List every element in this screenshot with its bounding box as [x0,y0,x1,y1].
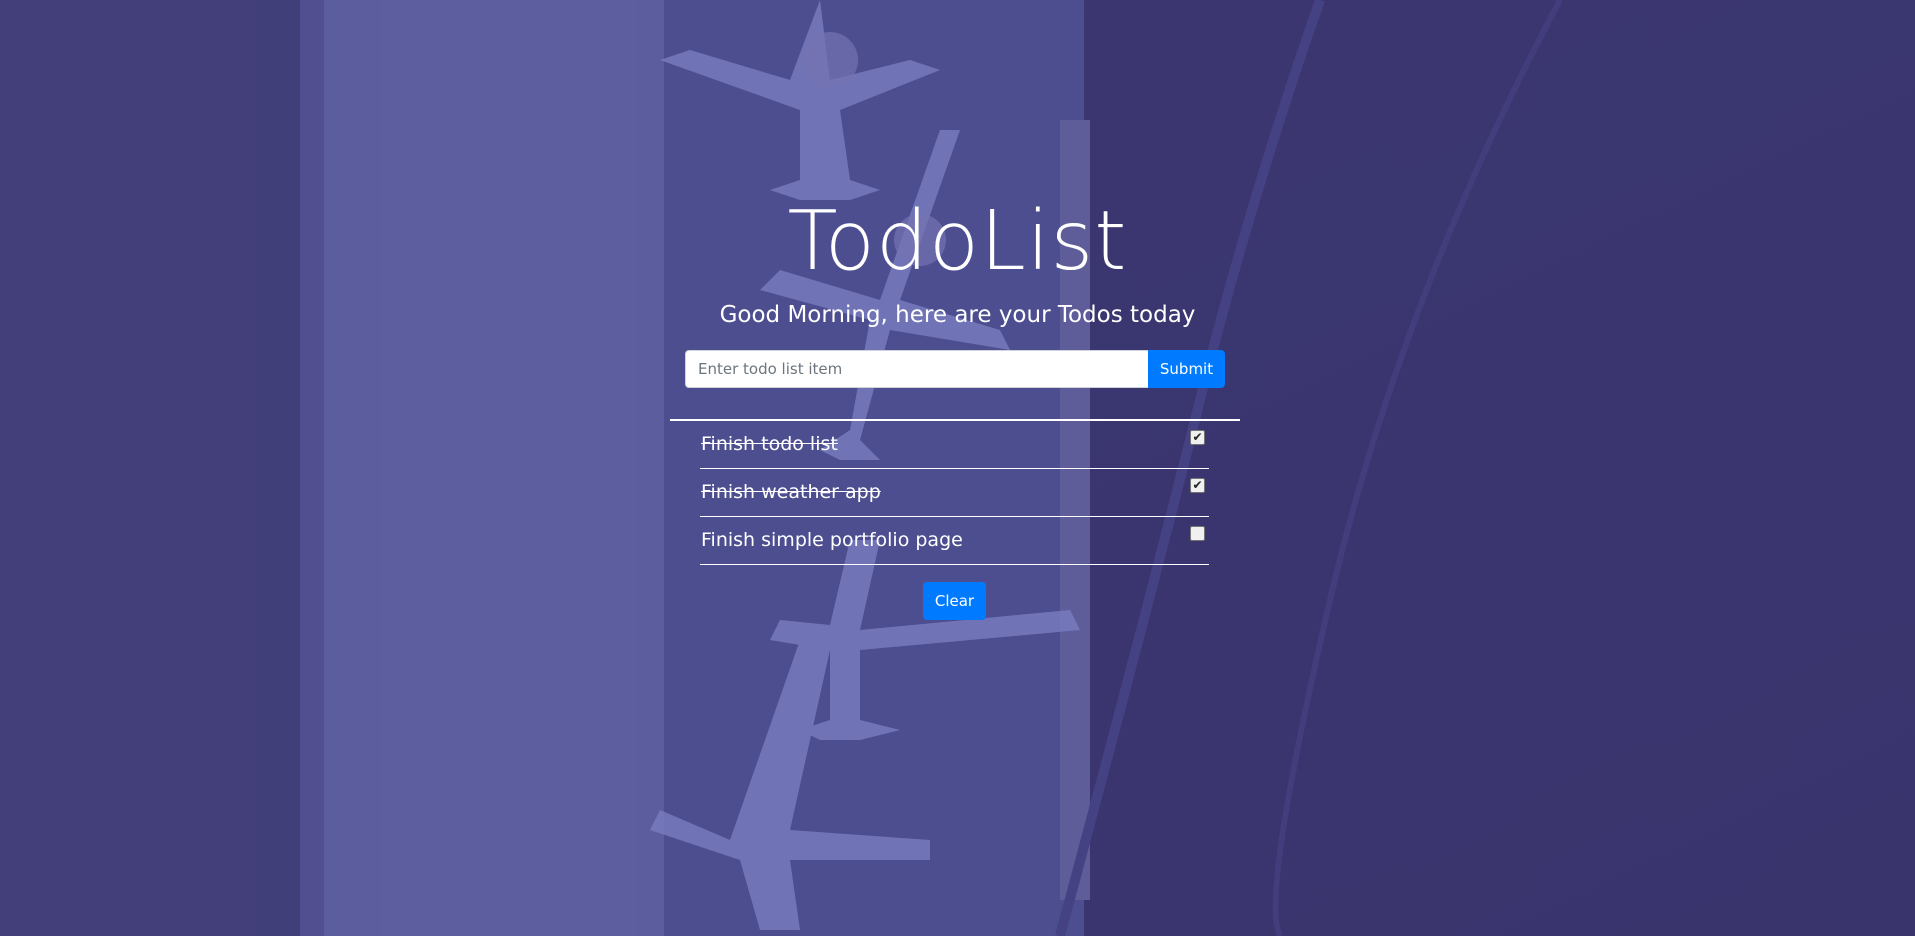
todo-checkbox[interactable]: ✔ [1190,430,1205,445]
todo-checkbox[interactable]: ✔ [1190,478,1205,493]
todo-item: Finish weather app ✔ [700,469,1209,517]
todo-text: Finish simple portfolio page [701,529,963,551]
todo-app: TodoList Good Morning, here are your Tod… [0,0,1915,936]
clear-button[interactable]: Clear [923,582,986,620]
todo-text: Finish weather app [701,481,881,503]
todo-item: Finish simple portfolio page [700,517,1209,565]
page-title: TodoList [787,194,1128,289]
todo-checkbox[interactable] [1190,526,1205,541]
submit-button[interactable]: Submit [1148,350,1225,388]
page-subtitle: Good Morning, here are your Todos today [719,302,1196,328]
todo-form: Submit [685,350,1225,388]
todo-list: Finish todo list ✔ Finish weather app ✔ … [700,421,1209,565]
todo-text: Finish todo list [701,433,838,455]
todo-item: Finish todo list ✔ [700,421,1209,469]
todo-input[interactable] [685,350,1148,388]
